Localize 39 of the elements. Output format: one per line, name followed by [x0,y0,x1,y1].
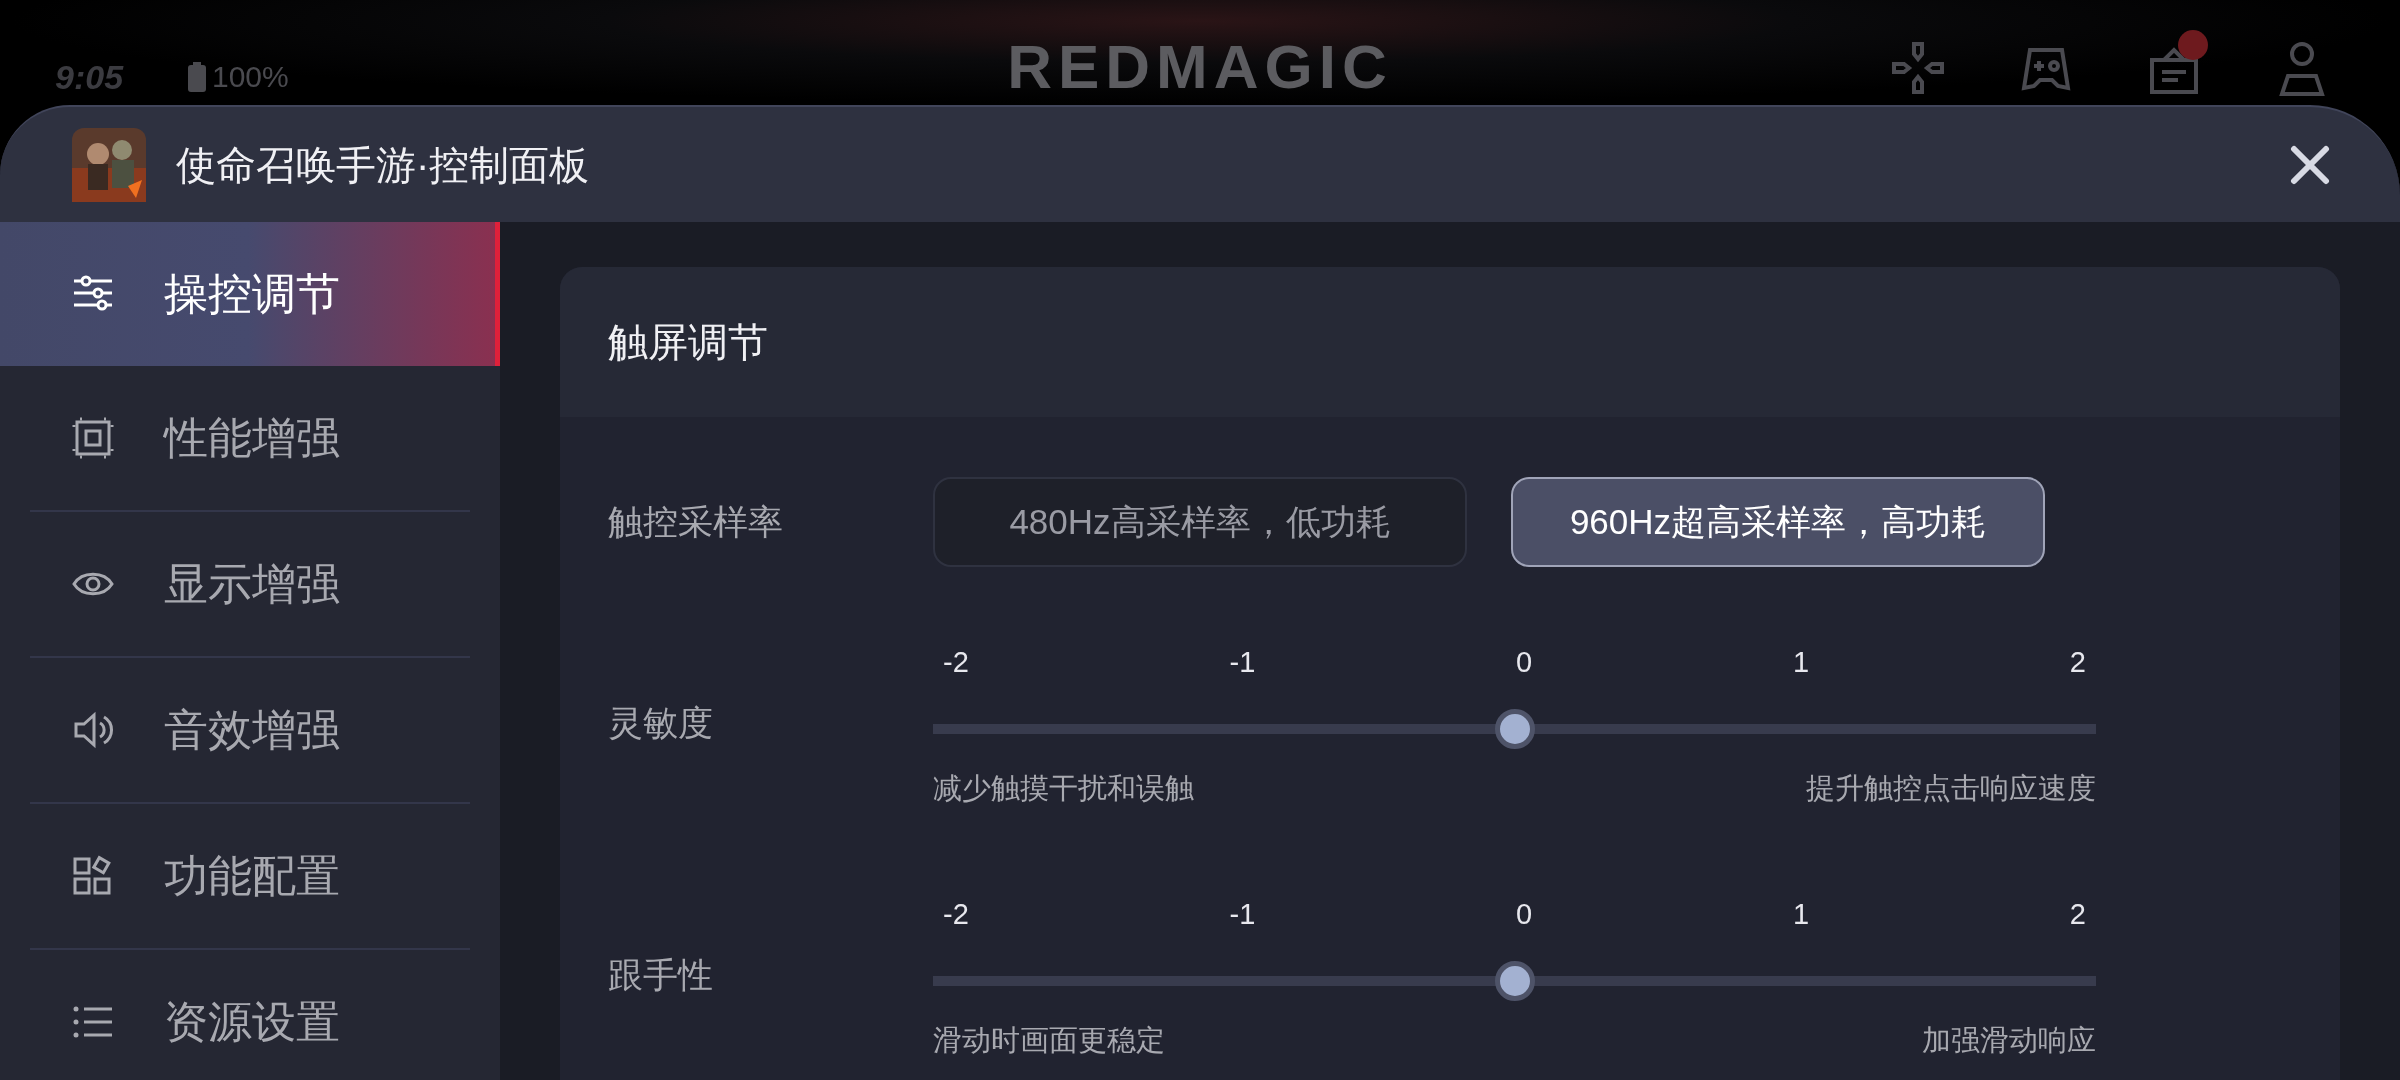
logo: REDMAGIC [1007,36,1393,98]
tick-label: 1 [1792,897,1810,933]
tick-label: -1 [1229,645,1256,680]
slider-caption: 提升触控点击响应速度 [1806,770,2096,806]
speaker-icon [72,709,114,751]
slider-caption: 减少触摸干扰和误触 [933,770,1194,806]
slider-caption: 滑动时画面更稳定 [933,1022,1165,1058]
tick-label: -2 [943,645,969,680]
tick-label: 0 [1516,645,1533,680]
tick-label: -2 [943,897,969,933]
battery-level: 100% [212,59,289,95]
sidebar-item[interactable]: 音效增强 [0,658,500,802]
sidebar-item[interactable]: 操控调节 [0,222,500,366]
slider-thumb[interactable] [1494,708,1535,749]
apps-icon [72,855,114,897]
sidebar-item[interactable]: 功能配置 [0,804,500,948]
option-button[interactable]: 960Hz超高采样率，高功耗 [1511,477,2045,567]
tick-label: 0 [1516,897,1533,933]
setting-label: 触控采样率 [608,500,784,543]
tick-label: 2 [2069,645,2086,680]
setting-label: 跟手性 [608,954,714,997]
slider-thumb[interactable] [1494,960,1535,1001]
battery-icon [188,61,206,92]
clock: 9:05 [55,57,124,98]
window-title: 使命召唤手游·控制面板 [176,141,590,189]
tick-label: 1 [1792,645,1810,680]
chip-icon [72,417,114,459]
sidebar-item[interactable]: 资源设置 [0,950,500,1080]
app-icon [72,127,146,202]
tick-label: -1 [1229,897,1256,933]
tick-label: 2 [2069,897,2086,933]
sidebar-item[interactable]: 显示增强 [0,512,500,656]
gamepad-icon[interactable] [1890,40,1946,96]
option-button[interactable]: 480Hz高采样率，低功耗 [933,477,1467,567]
setting-label: 灵敏度 [608,701,714,744]
sidebar-item[interactable]: 性能增强 [0,366,500,510]
close-icon[interactable] [2290,144,2330,185]
card-title: 触屏调节 [560,267,2340,417]
slider-caption: 加强滑动响应 [1922,1022,2096,1058]
